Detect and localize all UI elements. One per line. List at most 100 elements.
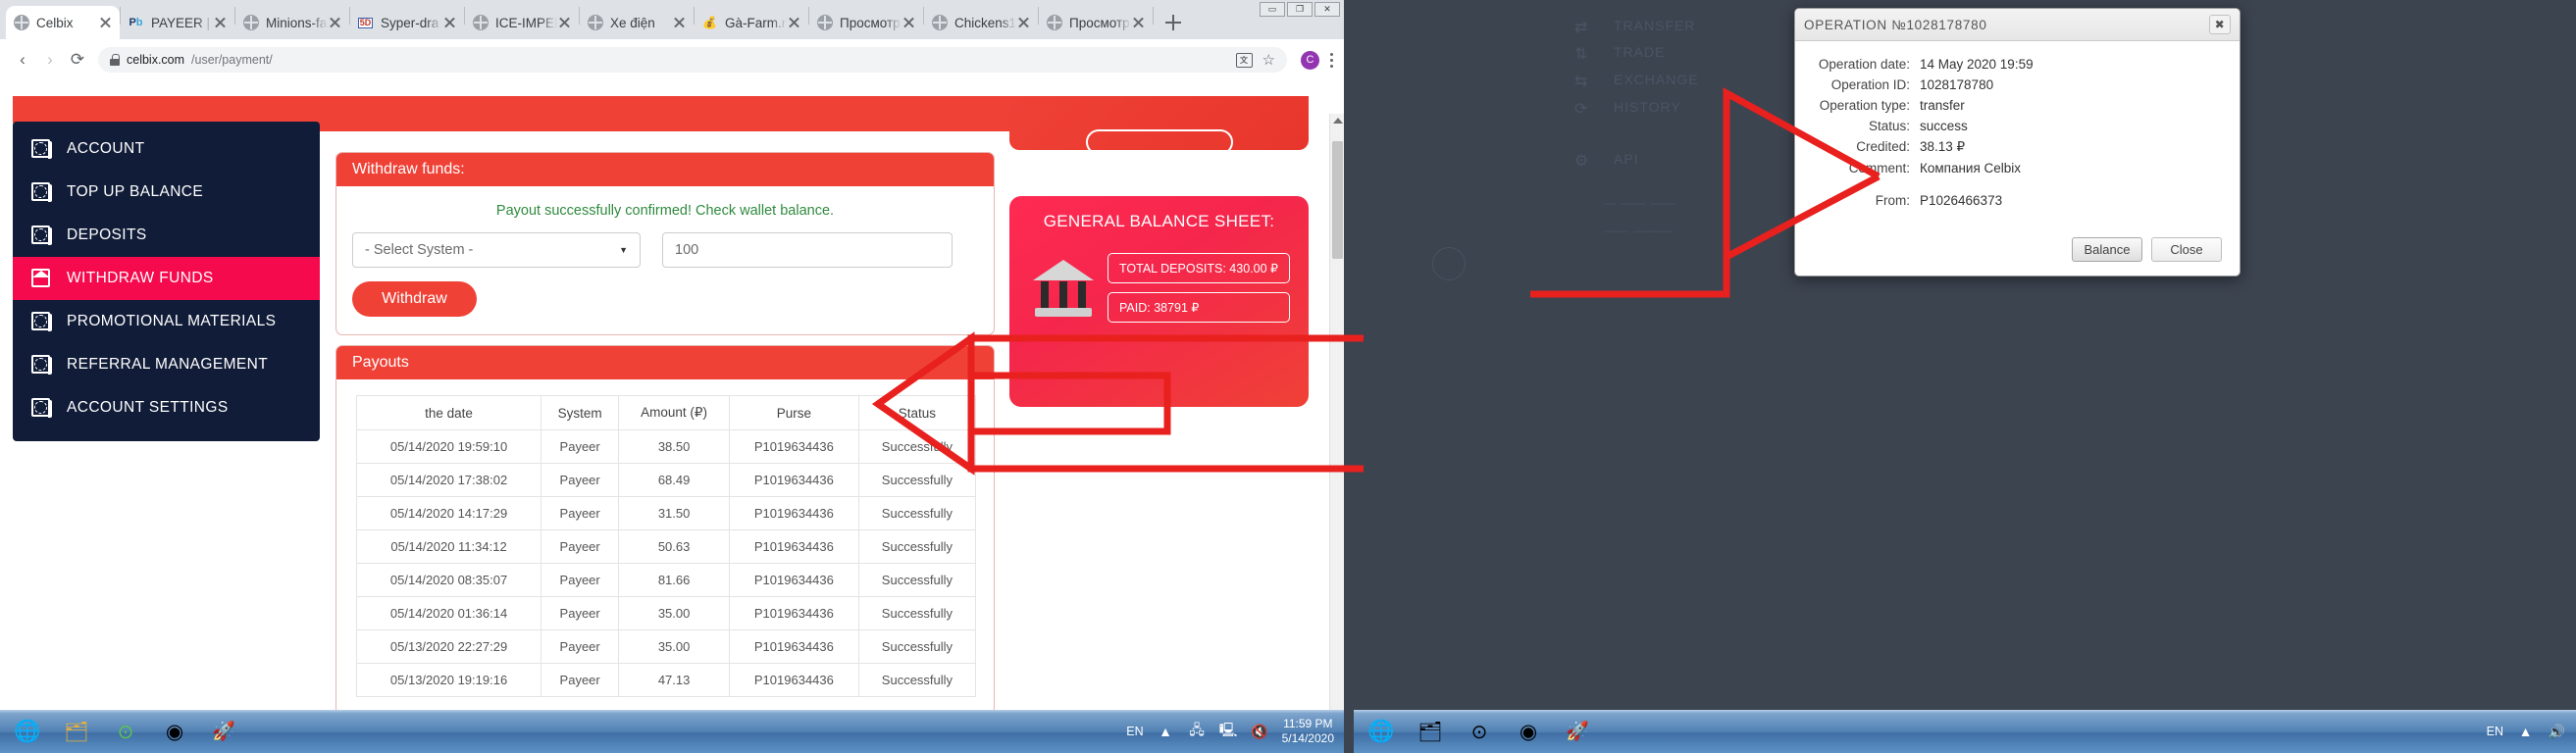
avatar[interactable]: C: [1301, 50, 1319, 70]
cell-purse: P1019634436: [728, 496, 859, 530]
clock-time: 11:59 PM: [1283, 717, 1333, 730]
close-tab-icon[interactable]: [442, 16, 457, 30]
sidebar-item-account[interactable]: ACCOUNT: [13, 127, 320, 171]
balance-button[interactable]: Balance: [2072, 237, 2142, 262]
cell-system: Payeer: [541, 463, 620, 497]
browser-tab-1[interactable]: Pb PAYEER | H: [121, 6, 234, 39]
sidebar-item-referral-management[interactable]: REFERRAL MANAGEMENT: [13, 343, 320, 386]
close-tab-icon[interactable]: [328, 16, 342, 30]
browser-tab-4[interactable]: ICE-IMPEF: [465, 6, 579, 39]
sidebar-item-label: TOP UP BALANCE: [67, 183, 204, 200]
close-window-icon[interactable]: ✕: [1314, 2, 1340, 17]
browser-tab-7[interactable]: Просмотр: [809, 6, 923, 39]
chevron-up-icon[interactable]: ▲: [2516, 723, 2535, 740]
sidebar-item-label: WITHDRAW FUNDS: [67, 270, 214, 286]
card-icon: [31, 311, 53, 332]
table-row[interactable]: 05/14/2020 19:59:10 Payeer 38.50 P101963443…: [355, 429, 977, 464]
cell-status: Successfully: [857, 496, 977, 530]
cell-purse: P1019634436: [728, 663, 859, 697]
table-row[interactable]: 05/14/2020 01:36:14 Payeer 35.00 P101963443…: [355, 596, 977, 630]
vertical-scrollbar[interactable]: [1329, 114, 1344, 753]
scroll-up-icon[interactable]: [1333, 118, 1343, 124]
folder-icon[interactable]: 🗂: [1416, 717, 1445, 746]
cell-amount: 68.49: [618, 463, 730, 497]
minimize-icon[interactable]: ▭: [1260, 2, 1285, 17]
table-row[interactable]: 05/14/2020 17:38:02 Payeer 68.49 P101963443…: [355, 463, 977, 497]
network-icon[interactable]: 🖧: [1188, 722, 1207, 740]
dialog-field-value: success: [1920, 119, 1968, 133]
display-icon[interactable]: 🖳: [1219, 722, 1238, 740]
close-icon[interactable]: ✖: [2209, 15, 2231, 34]
system-select[interactable]: - Select System - ▼: [352, 232, 641, 268]
table-row[interactable]: 05/14/2020 08:35:07 Payeer 81.66 P101963443…: [355, 563, 977, 597]
close-tab-icon[interactable]: [1016, 16, 1031, 30]
cell-date: 05/14/2020 19:59:10: [355, 429, 542, 464]
back-button[interactable]: ‹: [10, 47, 35, 73]
language-indicator[interactable]: EN: [1126, 725, 1143, 738]
reload-button[interactable]: ⟳: [65, 47, 90, 73]
close-tab-icon[interactable]: [557, 16, 572, 30]
restore-icon[interactable]: ❐: [1287, 2, 1313, 17]
address-bar[interactable]: celbix.com/user/payment/ 文 ☆: [98, 47, 1287, 73]
browser-tab-2[interactable]: Minions-fa: [235, 6, 349, 39]
close-tab-icon[interactable]: [98, 16, 113, 30]
browser-tab-3[interactable]: 5D Syper-dra: [350, 6, 464, 39]
close-tab-icon[interactable]: [672, 16, 687, 30]
cell-status: Successfully: [857, 463, 977, 497]
browser-tab-6[interactable]: 💰 Gà-Farm.n: [695, 6, 808, 39]
browser-tab-5[interactable]: Xe điện: [580, 6, 694, 39]
browser-tab-0[interactable]: Celbix: [6, 6, 120, 39]
cell-date: 05/14/2020 01:36:14: [355, 596, 542, 630]
column-header-system: System: [541, 395, 620, 430]
table-row[interactable]: 05/14/2020 14:17:29 Payeer 31.50 P101963443…: [355, 496, 977, 530]
sidebar-item-top-up-balance[interactable]: TOP UP BALANCE: [13, 171, 320, 214]
sidebar-item-deposits[interactable]: DEPOSITS: [13, 214, 320, 257]
url-path: /user/payment/: [191, 53, 273, 67]
ie-icon[interactable]: 🌐: [1366, 717, 1396, 746]
bookmark-star-icon[interactable]: ☆: [1262, 51, 1275, 69]
close-tab-icon[interactable]: [787, 16, 801, 30]
card-icon: [31, 354, 53, 376]
table-row[interactable]: 05/13/2020 22:27:29 Payeer 35.00 P101963443…: [355, 629, 977, 664]
browser-window: Celbix Pb PAYEER | H Minions-fa 5D Syper…: [0, 0, 1344, 753]
payeer-icon: Pb: [129, 16, 143, 28]
vertical-scroll-thumb[interactable]: [1332, 141, 1343, 259]
browser-tab-8[interactable]: Chickens1: [924, 6, 1038, 39]
window-controls: ▭ ❐ ✕: [1260, 2, 1340, 17]
ghost-icon-history: ⟳: [1574, 101, 1589, 118]
volume-icon[interactable]: 🔊: [2548, 723, 2566, 740]
volume-mute-icon[interactable]: 🔇: [1251, 723, 1269, 740]
globe-icon: [587, 15, 603, 31]
close-tab-icon[interactable]: [213, 16, 228, 30]
close-tab-icon[interactable]: [1131, 16, 1146, 30]
utorrent-icon[interactable]: ⊙: [1465, 717, 1494, 746]
chrome-icon[interactable]: ◉: [1514, 717, 1543, 746]
ie-icon[interactable]: 🌐: [13, 717, 42, 746]
chevron-up-icon[interactable]: ▲: [1157, 723, 1175, 740]
withdraw-button[interactable]: Withdraw: [352, 281, 477, 317]
rocket-icon[interactable]: 🚀: [209, 717, 238, 746]
card-icon: [31, 138, 53, 160]
new-tab-button[interactable]: [1159, 9, 1187, 36]
close-button[interactable]: Close: [2151, 237, 2222, 262]
table-row[interactable]: 05/14/2020 11:34:12 Payeer 50.63 P101963443…: [355, 529, 977, 564]
utorrent-icon[interactable]: ⊙: [111, 717, 140, 746]
sidebar-item-account-settings[interactable]: ACCOUNT SETTINGS: [13, 386, 320, 429]
browser-menu-icon[interactable]: [1330, 52, 1334, 69]
sidebar-item-withdraw-funds[interactable]: WITHDRAW FUNDS: [13, 257, 320, 300]
translate-icon[interactable]: 文: [1235, 52, 1253, 68]
cell-date: 05/13/2020 22:27:29: [355, 629, 542, 664]
amount-input[interactable]: 100: [662, 232, 953, 268]
sidebar-item-promotional-materials[interactable]: PROMOTIONAL MATERIALS: [13, 300, 320, 343]
folder-icon[interactable]: 🗂: [62, 717, 91, 746]
forward-button[interactable]: ›: [37, 47, 63, 73]
chrome-icon[interactable]: ◉: [160, 717, 189, 746]
rocket-icon[interactable]: 🚀: [1563, 717, 1592, 746]
ghost-icon-api: ⚙: [1574, 153, 1590, 170]
browser-tab-9[interactable]: Просмотр: [1039, 6, 1153, 39]
tab-title: Xe điện: [610, 15, 655, 30]
taskbar-clock[interactable]: 11:59 PM 5/14/2020: [1282, 717, 1334, 746]
table-row[interactable]: 05/13/2020 19:19:16 Payeer 47.13 P101963443…: [355, 663, 977, 697]
language-indicator[interactable]: EN: [2487, 725, 2503, 738]
close-tab-icon[interactable]: [902, 16, 916, 30]
